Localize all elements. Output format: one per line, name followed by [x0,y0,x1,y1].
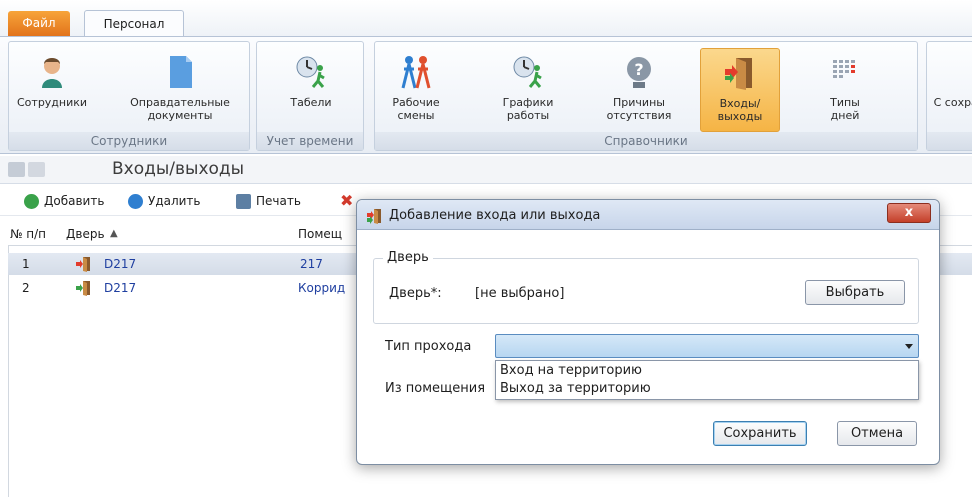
work-schedules-button[interactable]: Графики работы [497,48,559,132]
ribbon-group-references: Рабочие смены Графики работы ? Причины о… [374,41,918,151]
question-icon: ? [627,57,651,88]
people-icon [401,56,431,89]
entries-exits-button[interactable]: Входы/выходы [700,48,780,132]
absence-reasons-button[interactable]: ? Причины отсутствия [601,48,677,132]
save-settings-icon [939,54,972,90]
employees-label: Сотрудники [17,96,88,109]
printer-icon [236,193,251,209]
add-label: Добавить [44,194,105,208]
day-types-button[interactable]: Типы дней [821,48,869,132]
tab-personal[interactable]: Персонал [84,10,184,37]
dialog-title: Добавление входа или выхода [389,208,601,223]
group-label-references: Справочники [375,132,917,150]
back-arrow-icon[interactable] [8,162,25,177]
entries-exits-label: Входы/выходы [717,97,763,123]
plus-icon [24,193,39,209]
from-room-label: Из помещения [385,381,486,396]
pass-type-select[interactable] [495,334,919,358]
employees-button[interactable]: Сотрудники [15,48,89,132]
timesheets-button[interactable]: Табели [271,48,351,132]
ribbon-group-employees: Сотрудники Оправдательные документы Сотр… [8,41,250,151]
red-x-icon: ✖ [340,191,354,210]
row-room[interactable]: 217 [300,257,323,271]
save-button[interactable]: Сохранить [713,421,807,446]
timesheet-icon [296,56,325,88]
minus-icon [128,193,143,209]
work-shifts-label: Рабочие смены [392,96,440,122]
option-exit[interactable]: Выход за территорию [500,381,651,396]
tab-file[interactable]: Файл [8,11,70,36]
print-button[interactable]: Печать [236,192,301,210]
column-door[interactable]: Дверь [66,227,105,241]
schedule-icon [513,56,542,88]
navigation-bar: Входы/выходы [0,156,972,184]
add-button[interactable]: Добавить [24,192,104,210]
delete-button[interactable]: Удалить [128,192,201,210]
save-settings-button[interactable]: С сохран [927,48,972,132]
work-schedules-label: Графики работы [502,96,554,122]
day-types-label: Типы дней [830,96,860,122]
column-room[interactable]: Помещ [298,227,342,241]
door-icon [725,58,752,90]
pass-type-label: Тип прохода [385,339,472,354]
option-entry[interactable]: Вход на территорию [500,363,642,378]
delete-label: Удалить [148,194,201,208]
row-room[interactable]: Коррид [298,281,345,295]
pass-type-dropdown: Вход на территорию Выход за территорию [495,360,919,400]
ribbon-tab-bar: Файл Персонал [0,0,972,37]
save-settings-label: С сохран [933,96,972,109]
justification-documents-button[interactable]: Оправдательные документы [117,48,243,132]
door-label: Дверь*: [389,286,442,301]
door-icon [367,209,381,224]
column-number[interactable]: № п/п [10,227,46,241]
door-value: [не выбрано] [475,286,565,301]
work-shifts-button[interactable]: Рабочие смены [385,48,447,132]
sort-ascending-icon: ▲ [110,228,118,239]
timesheets-label: Табели [290,96,332,109]
page-title: Входы/выходы [112,159,245,179]
ribbon: Сотрудники Оправдательные документы Сотр… [0,36,972,154]
row-number: 1 [22,257,30,271]
absence-reasons-label: Причины отсутствия [606,96,672,122]
row-door[interactable]: D217 [104,281,136,295]
row-number: 2 [22,281,30,295]
cancel-button[interactable]: Отмена [837,421,917,446]
group-label-employees: Сотрудники [9,132,249,150]
entry-door-icon [76,281,90,296]
calendar-grid-icon [833,60,855,78]
document-icon [170,56,192,88]
svg-text:?: ? [634,60,643,79]
group-label-time-tracking: Учет времени [257,132,363,150]
forward-arrow-icon[interactable] [28,162,45,177]
justification-documents-label: Оправдательные документы [130,96,230,122]
ribbon-group-time-tracking: Табели Учет времени [256,41,364,151]
ribbon-group-partial: С сохран [926,41,972,151]
cancel-toolbar-button[interactable]: ✖ [340,192,353,210]
choose-button[interactable]: Выбрать [805,280,905,305]
exit-door-icon [76,257,90,272]
add-entry-exit-dialog: Добавление входа или выхода x Дверь Двер… [356,199,940,465]
dialog-title-bar[interactable]: Добавление входа или выхода x [357,200,939,230]
group-label-partial [927,132,972,150]
row-door[interactable]: D217 [104,257,136,271]
employee-icon [42,58,62,88]
close-button[interactable]: x [887,203,931,223]
print-label: Печать [256,194,301,208]
chevron-down-icon[interactable] [905,344,913,349]
door-section-legend: Дверь [383,250,433,265]
